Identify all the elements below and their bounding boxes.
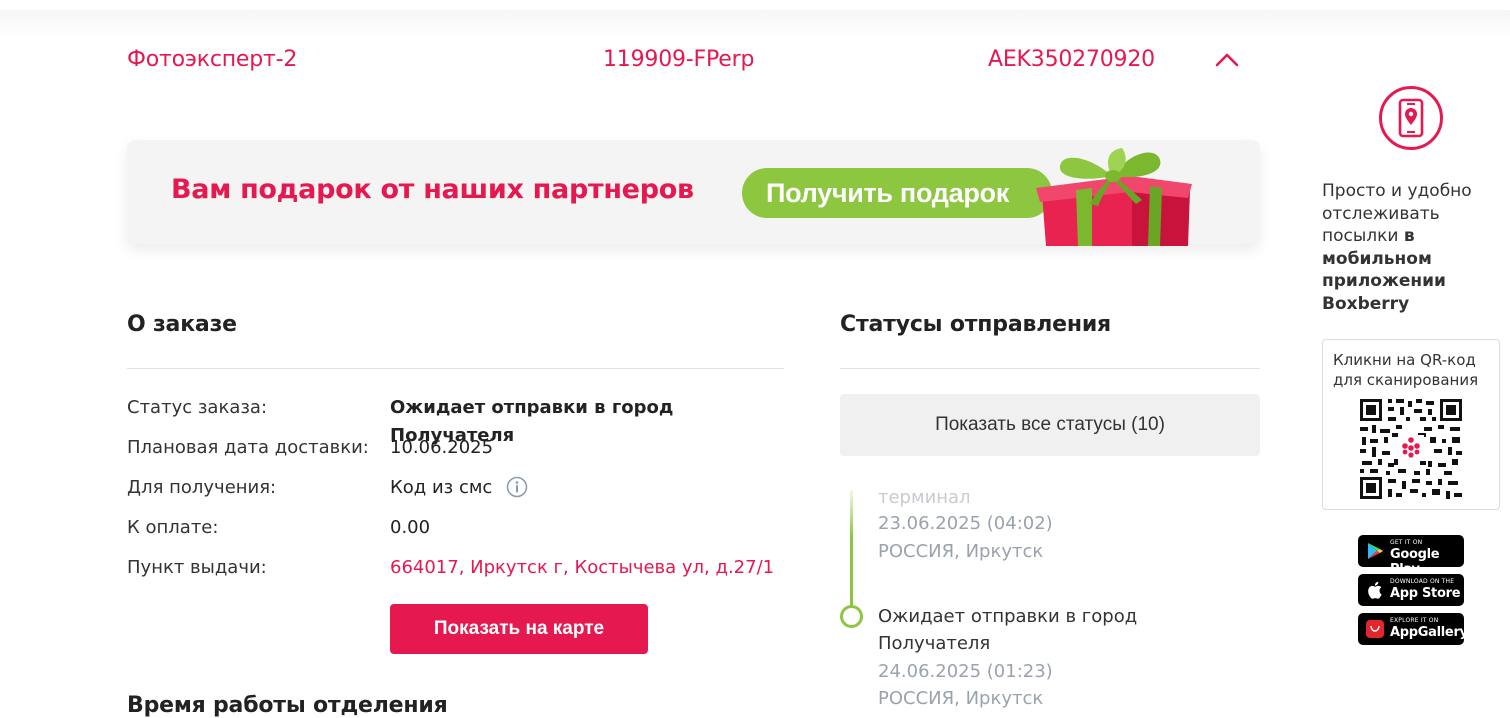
- info-label: Статус заказа:: [127, 397, 268, 418]
- top-strip: [0, 0, 1510, 10]
- store-name: Google Play: [1390, 547, 1440, 577]
- parcel-header-row[interactable]: Фотоэксперт-2 119909-FPerp AEK350270920: [0, 44, 1300, 78]
- info-label: Плановая дата доставки:: [127, 437, 369, 458]
- store-name: App Store: [1390, 586, 1461, 601]
- store-small-text: Download on the: [1390, 578, 1455, 585]
- store-small-text: EXPLORE IT ON: [1390, 617, 1439, 624]
- get-gift-button[interactable]: Получить подарок: [742, 168, 1052, 218]
- timeline-dot: [840, 605, 863, 628]
- app-promo-text: Просто и удобно отслеживать посылки в мо…: [1322, 180, 1502, 315]
- info-row-delivery-date: Плановая дата доставки: 10.06.2025: [127, 434, 787, 462]
- order-code: 119909-FPerp: [603, 47, 755, 72]
- tracking-number: AEK350270920: [988, 47, 1155, 72]
- statuses-divider: [840, 368, 1260, 369]
- qr-code-icon[interactable]: [1358, 397, 1464, 501]
- status-name-line1: Ожидает отправки в город: [878, 606, 1138, 627]
- info-row-payment: К оплате: 0.00: [127, 514, 787, 542]
- google-play-icon: [1368, 543, 1383, 559]
- pickup-method-wrap: Код из смс: [390, 474, 528, 502]
- info-label: Для получения:: [127, 477, 277, 498]
- info-row-status: Статус заказа: Ожидает отправки в город …: [127, 394, 787, 446]
- status-name-line2: Получателя: [878, 633, 991, 654]
- huawei-icon: [1366, 620, 1384, 638]
- google-play-badge[interactable]: GET IT ON Google Play: [1358, 535, 1464, 577]
- order-divider: [127, 368, 784, 369]
- statuses-section-title: Статусы отправления: [840, 312, 1111, 337]
- payment-value: 0.00: [390, 517, 431, 538]
- apple-icon: [1368, 581, 1382, 599]
- store-small-text: GET IT ON: [1390, 539, 1423, 546]
- store-name: AppGallery: [1390, 625, 1468, 640]
- info-row-pickup-point: Пункт выдачи: 664017, Иркутск г, Костыче…: [127, 554, 787, 582]
- chevron-up-icon[interactable]: [1214, 50, 1240, 70]
- app-store-badge[interactable]: Download on the App Store: [1358, 574, 1464, 606]
- pickup-method-value: Код из смс: [390, 477, 493, 498]
- status-place: РОССИЯ, Иркутск: [878, 688, 1044, 709]
- show-all-statuses-button[interactable]: Показать все статусы (10): [840, 394, 1260, 456]
- status-date: 24.06.2025 (01:23): [878, 661, 1053, 682]
- show-on-map-button[interactable]: Показать на карте: [390, 604, 648, 654]
- status-date: 23.06.2025 (04:02): [878, 513, 1053, 534]
- app-promo-plain: Просто и удобно отслеживать посылки: [1322, 181, 1472, 246]
- delivery-date-value: 10.06.2025: [390, 437, 494, 458]
- status-place: РОССИЯ, Иркутск: [878, 541, 1044, 562]
- promo-title: Вам подарок от наших партнеров: [171, 174, 694, 205]
- qr-code-box[interactable]: Кликни на QR-код для сканирования: [1322, 339, 1500, 510]
- status-name-faded: терминал: [878, 487, 971, 508]
- sender-name: Фотоэксперт-2: [127, 47, 298, 72]
- gift-box-icon: [1036, 148, 1192, 246]
- info-label: Пункт выдачи:: [127, 557, 267, 578]
- promo-banner[interactable]: Вам подарок от наших партнеров Получить …: [127, 140, 1260, 246]
- pickup-point-link[interactable]: 664017, Иркутск г, Костычева ул, д.27/1: [390, 554, 774, 582]
- info-row-pickup-method: Для получения: Код из смс: [127, 474, 787, 502]
- info-label: К оплате:: [127, 517, 219, 538]
- work-hours-title: Время работы отделения: [127, 693, 448, 718]
- qr-caption: Кликни на QR-код для сканирования: [1333, 351, 1479, 389]
- info-icon[interactable]: [506, 476, 528, 498]
- timeline-line: [850, 490, 853, 606]
- order-section-title: О заказе: [127, 312, 237, 337]
- phone-location-icon: [1379, 86, 1443, 150]
- app-gallery-badge[interactable]: EXPLORE IT ON AppGallery: [1358, 613, 1468, 645]
